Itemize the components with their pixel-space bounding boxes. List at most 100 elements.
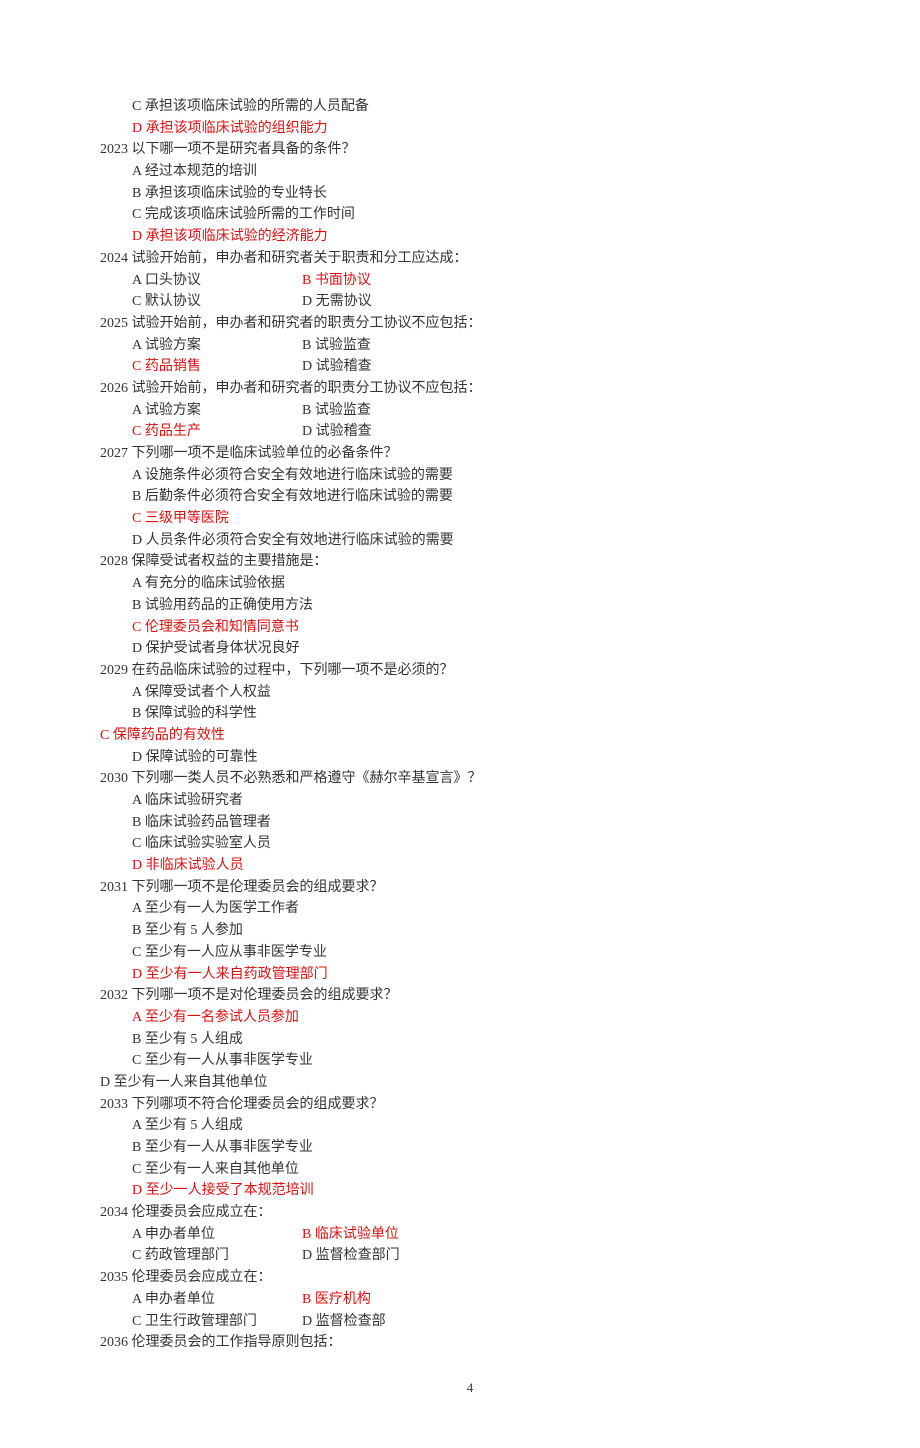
question-text: 下列哪一项不是对伦理委员会的组成要求？ [132,988,398,1003]
option-label: D [132,858,146,873]
option-label: C [132,99,145,114]
option: B 试验监查 [302,335,371,357]
option: A 经过本规范的培训 [100,161,840,183]
option-text: 至少有一人来自其他单位 [145,1162,299,1177]
option-text: 承担该项临床试验的经济能力 [146,229,328,244]
option-label: B [302,338,315,353]
option-label: A [132,576,145,591]
question-line: 2036 伦理委员会的工作指导原则包括： [100,1332,840,1354]
option: D 保护受试者身体状况良好 [100,638,840,660]
option: B 至少有一人从事非医学专业 [100,1137,840,1159]
option-text: 承担该项临床试验的专业特长 [145,186,327,201]
option-row: C 药品生产D 试验稽查 [100,421,840,443]
option: B 试验监查 [302,400,371,422]
option-row: A 试验方案B 试验监查 [100,335,840,357]
option: C 三级甲等医院 [100,508,840,530]
option-label: D [132,641,146,656]
option: D 无需协议 [302,291,372,313]
option: B 试验用药品的正确使用方法 [100,595,840,617]
option-label: A [132,793,145,808]
option: C 伦理委员会和知情同意书 [100,617,840,639]
option: D 试验稽查 [302,356,372,378]
option-label: B [132,598,145,613]
option: D 至少一人接受了本规范培训 [100,1180,840,1202]
option-label: B [132,815,145,830]
option: C 卫生行政管理部门 [132,1311,302,1333]
option-label: B [132,923,145,938]
question-text: 伦理委员会的工作指导原则包括： [132,1335,342,1350]
option-label: B [132,186,145,201]
option: C 至少有一人从事非医学专业 [100,1050,840,1072]
option: A 设施条件必须符合安全有效地进行临床试验的需要 [100,465,840,487]
question-text: 下列哪一类人员不必熟悉和严格遵守《赫尔辛基宣言》？ [132,771,482,786]
option-row: C 药政管理部门D 监督检查部门 [100,1245,840,1267]
option-text: 申办者单位 [145,1227,215,1242]
option: D 保障试验的可靠性 [100,747,840,769]
option-label: D [302,1314,316,1329]
option-text: 试验用药品的正确使用方法 [145,598,313,613]
option-row: C 默认协议D 无需协议 [100,291,840,313]
option-text: 伦理委员会和知情同意书 [145,620,299,635]
option-text: 药品销售 [145,359,201,374]
option: C 药政管理部门 [132,1245,302,1267]
question-line: 2034 伦理委员会应成立在： [100,1202,840,1224]
option-text: 临床试验药品管理者 [145,815,271,830]
option-label: A [132,468,145,483]
option-label: C [132,620,145,635]
question-number: 2028 [100,554,132,569]
option-label: D [132,750,146,765]
question-line: 2024 试验开始前，申办者和研究者关于职责和分工应达成： [100,248,840,270]
option-row: C 药品销售D 试验稽查 [100,356,840,378]
option-label: C [132,424,145,439]
option-text: 书面协议 [315,273,371,288]
option-label: D [132,1183,146,1198]
option-text: 至少有一人为医学工作者 [145,901,299,916]
option: C 至少有一人应从事非医学专业 [100,942,840,964]
option-text: 试验方案 [145,403,201,418]
option-text: 药政管理部门 [145,1248,229,1263]
option: A 试验方案 [132,400,302,422]
option: B 书面协议 [302,270,371,292]
question-number: 2024 [100,251,132,266]
option: C 默认协议 [132,291,302,313]
question-line: 2026 试验开始前，申办者和研究者的职责分工协议不应包括： [100,378,840,400]
question-text: 伦理委员会应成立在： [132,1205,272,1220]
option-label: D [132,229,146,244]
option-label: D [132,533,146,548]
option: D 承担该项临床试验的组织能力 [100,118,840,140]
option-label: C [132,1162,145,1177]
option-text: 保护受试者身体状况良好 [146,641,300,656]
option-text: 设施条件必须符合安全有效地进行临床试验的需要 [145,468,453,483]
question-text: 试验开始前，申办者和研究者的职责分工协议不应包括： [132,316,482,331]
question-text: 以下哪一项不是研究者具备的条件？ [132,142,356,157]
option: D 试验稽查 [302,421,372,443]
question-number: 2026 [100,381,132,396]
option-label: B [302,1292,315,1307]
question-text: 试验开始前，申办者和研究者的职责分工协议不应包括： [132,381,482,396]
option-text: 承担该项临床试验的组织能力 [146,121,328,136]
option: C 临床试验实验室人员 [100,833,840,855]
option-text: 保障试验的可靠性 [146,750,258,765]
question-line: 2027 下列哪一项不是临床试验单位的必备条件？ [100,443,840,465]
option: B 临床试验单位 [302,1224,399,1246]
option-text: 至少有 5 人组成 [145,1118,243,1133]
option: A 有充分的临床试验依据 [100,573,840,595]
option-label: B [132,1032,145,1047]
option-text: 至少有一人从事非医学专业 [145,1140,313,1155]
question-line: 2025 试验开始前，申办者和研究者的职责分工协议不应包括： [100,313,840,335]
option-label: D [132,967,146,982]
option-text: 至少有 5 人参加 [145,923,243,938]
option-label: A [132,901,145,916]
option-text: 无需协议 [316,294,372,309]
option-text: 至少有 5 人组成 [145,1032,243,1047]
question-number: 2031 [100,880,132,895]
option-label: C [132,836,145,851]
question-line: 2033 下列哪项不符合伦理委员会的组成要求？ [100,1094,840,1116]
exam-page: C 承担该项临床试验的所需的人员配备D 承担该项临床试验的组织能力2023 以下… [100,96,840,1354]
question-number: 2035 [100,1270,132,1285]
option-label: D [100,1075,114,1090]
question-line: 2032 下列哪一项不是对伦理委员会的组成要求？ [100,985,840,1007]
option-text: 试验稽查 [316,424,372,439]
option-label: C [132,511,145,526]
option: B 保障试验的科学性 [100,703,840,725]
